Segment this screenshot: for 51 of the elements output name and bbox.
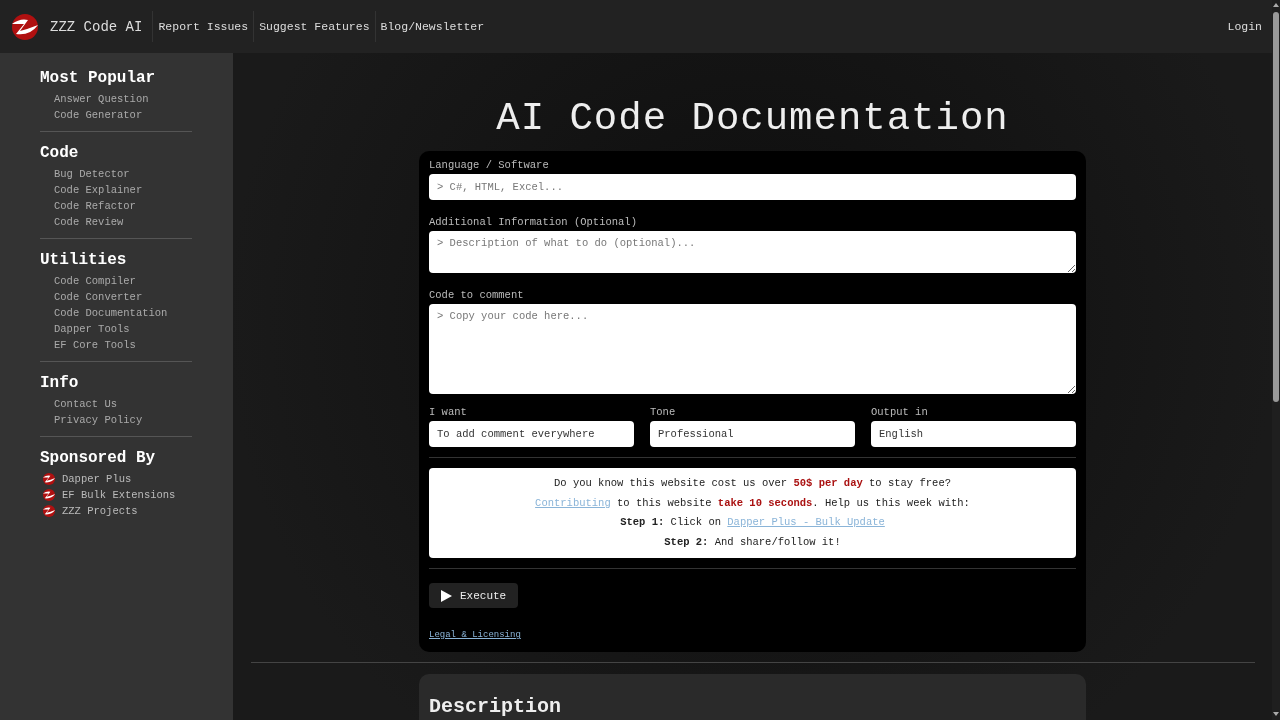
input-field[interactable]: > C#, HTML, Excel... xyxy=(429,174,1076,200)
page-title: AI Code Documentation xyxy=(496,97,1009,141)
field-label: Output in xyxy=(871,406,929,418)
login-link[interactable]: Login xyxy=(1227,20,1262,33)
notice-text: Contributing to this website take 10 seconds. Help us this week with: xyxy=(534,495,971,511)
sidebar-link[interactable]: Bug Detector xyxy=(40,166,192,182)
sidebar-link[interactable]: Code Generator xyxy=(40,107,192,123)
description-title: Description xyxy=(429,696,563,718)
section-title: Code xyxy=(40,144,80,162)
field-label: Language / Software xyxy=(429,159,550,171)
logo-icon xyxy=(42,504,56,518)
logo-icon xyxy=(42,472,56,486)
sidebar-link[interactable]: Code Explainer xyxy=(40,182,192,198)
execute-button[interactable]: Execute xyxy=(429,583,519,608)
select-field[interactable]: English xyxy=(871,421,1076,447)
sponsor-link[interactable]: EF Bulk Extensions xyxy=(40,487,192,503)
sidebar-link[interactable]: EF Core Tools xyxy=(40,337,192,353)
text-area[interactable]: > Description of what to do (optional)... xyxy=(429,231,1076,273)
sponsor-link[interactable]: Dapper Plus xyxy=(40,471,192,487)
section-title: Info xyxy=(40,374,80,392)
select-field[interactable]: Professional xyxy=(650,421,855,447)
nav-link[interactable]: Report Issues xyxy=(152,11,254,42)
sidebar-link[interactable]: Code Refactor xyxy=(40,198,192,214)
sidebar-link[interactable]: Answer Question xyxy=(40,91,192,107)
select-field[interactable]: To add comment everywhere xyxy=(429,421,634,447)
sponsor-link[interactable]: ZZZ Projects xyxy=(40,503,192,519)
sidebar-link[interactable]: Code Compiler xyxy=(40,273,192,289)
sidebar-link[interactable]: Dapper Tools xyxy=(40,321,192,337)
section-title: Sponsored By xyxy=(40,449,157,467)
field-label: I want xyxy=(429,406,468,418)
field-label: Tone xyxy=(650,406,677,418)
nav-link[interactable]: Blog/Newsletter xyxy=(374,11,490,42)
legal-link[interactable]: Legal & Licensing xyxy=(429,630,521,640)
play-icon xyxy=(441,589,452,602)
notice-text: Step 2: And share/follow it! xyxy=(663,534,842,550)
logo-icon xyxy=(10,11,40,42)
notice-text: Step 1: Click on Dapper Plus - Bulk Update xyxy=(619,515,886,530)
notice-text: Do you know this website cost us over 50$ per day to stay free? xyxy=(553,476,952,491)
sidebar-link[interactable]: Contact Us xyxy=(40,396,192,412)
sidebar-link[interactable]: Code Converter xyxy=(40,289,192,305)
section-title: Most Popular xyxy=(40,69,157,87)
sidebar-link[interactable]: Code Review xyxy=(40,214,192,230)
brand-link[interactable]: ZZZ Code AI xyxy=(10,11,153,42)
field-label: Additional Information (Optional) xyxy=(429,216,638,228)
sidebar-link[interactable]: Privacy Policy xyxy=(40,412,192,428)
text-area[interactable]: > Copy your code here... xyxy=(429,304,1076,394)
nav-link[interactable]: Suggest Features xyxy=(253,11,375,42)
field-label: Code to comment xyxy=(429,289,525,301)
sidebar-link[interactable]: Code Documentation xyxy=(40,305,192,321)
section-title: Utilities xyxy=(40,251,128,269)
logo-icon xyxy=(42,488,56,502)
